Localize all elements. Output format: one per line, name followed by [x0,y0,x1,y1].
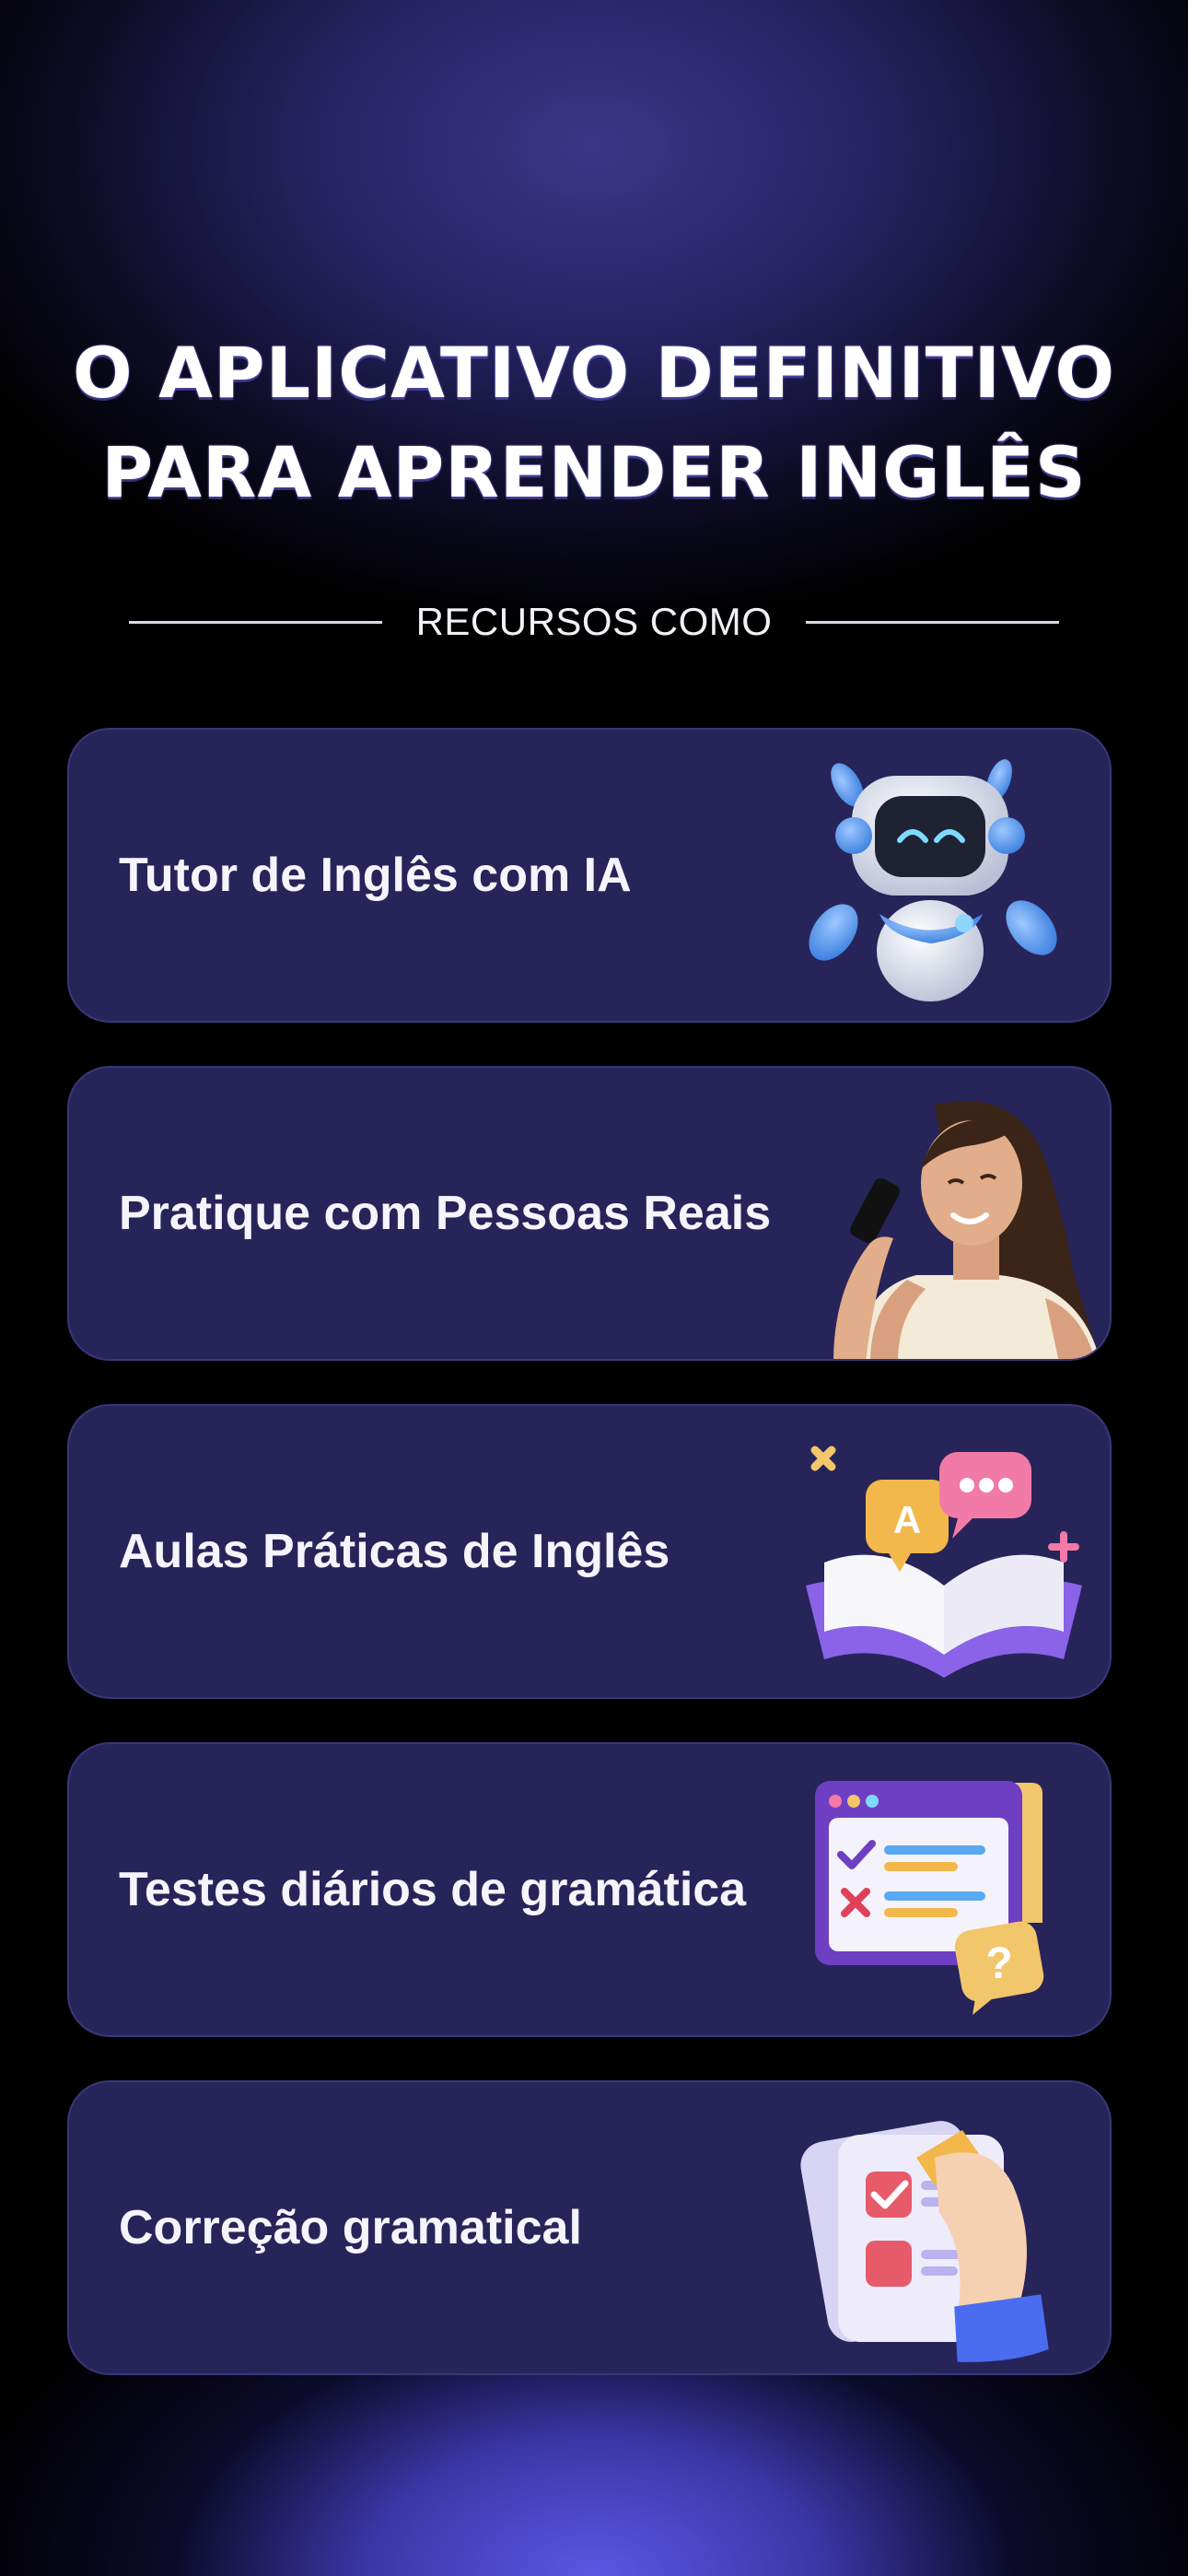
feature-card-practical-lessons[interactable]: Aulas Práticas de Inglês A [67,1404,1112,1699]
headline-line-1: O APLICATIVO DEFINITIVO [73,331,1115,414]
feature-title: Pratique com Pessoas Reais [119,1187,772,1240]
feature-title: Tutor de Inglês com IA [119,849,632,902]
feature-title: Correção gramatical [119,2201,582,2254]
divider-line-left [129,620,382,624]
section-label: RECURSOS COMO [415,600,773,643]
section-divider: RECURSOS COMO [129,590,1059,654]
feature-card-ai-tutor[interactable]: Tutor de Inglês com IA [67,728,1112,1023]
feature-title: Aulas Práticas de Inglês [119,1525,670,1578]
book-letter-glyph: A [893,1498,921,1541]
checklist-hand-icon [800,2121,1049,2362]
feature-card-daily-grammar-tests[interactable]: Testes diários de gramática ? [67,1742,1112,2037]
divider-line-right [805,620,1059,624]
page-headline: O APLICATIVO DEFINITIVO PARA APRENDER IN… [0,323,1188,522]
open-book-chat-icon: A [806,1446,1082,1678]
feature-title: Testes diários de gramática [119,1863,747,1916]
feature-card-real-people[interactable]: Pratique com Pessoas Reais [67,1066,1112,1361]
headline-line-2: PARA APRENDER INGLÊS [101,430,1087,513]
feature-card-grammar-correction[interactable]: Correção gramatical [67,2080,1112,2375]
woman-on-phone-photo [833,1101,1100,1359]
help-mark-glyph: ? [985,1939,1012,1988]
robot-icon [809,759,1057,1001]
quiz-window-icon: ? [815,1781,1044,2015]
